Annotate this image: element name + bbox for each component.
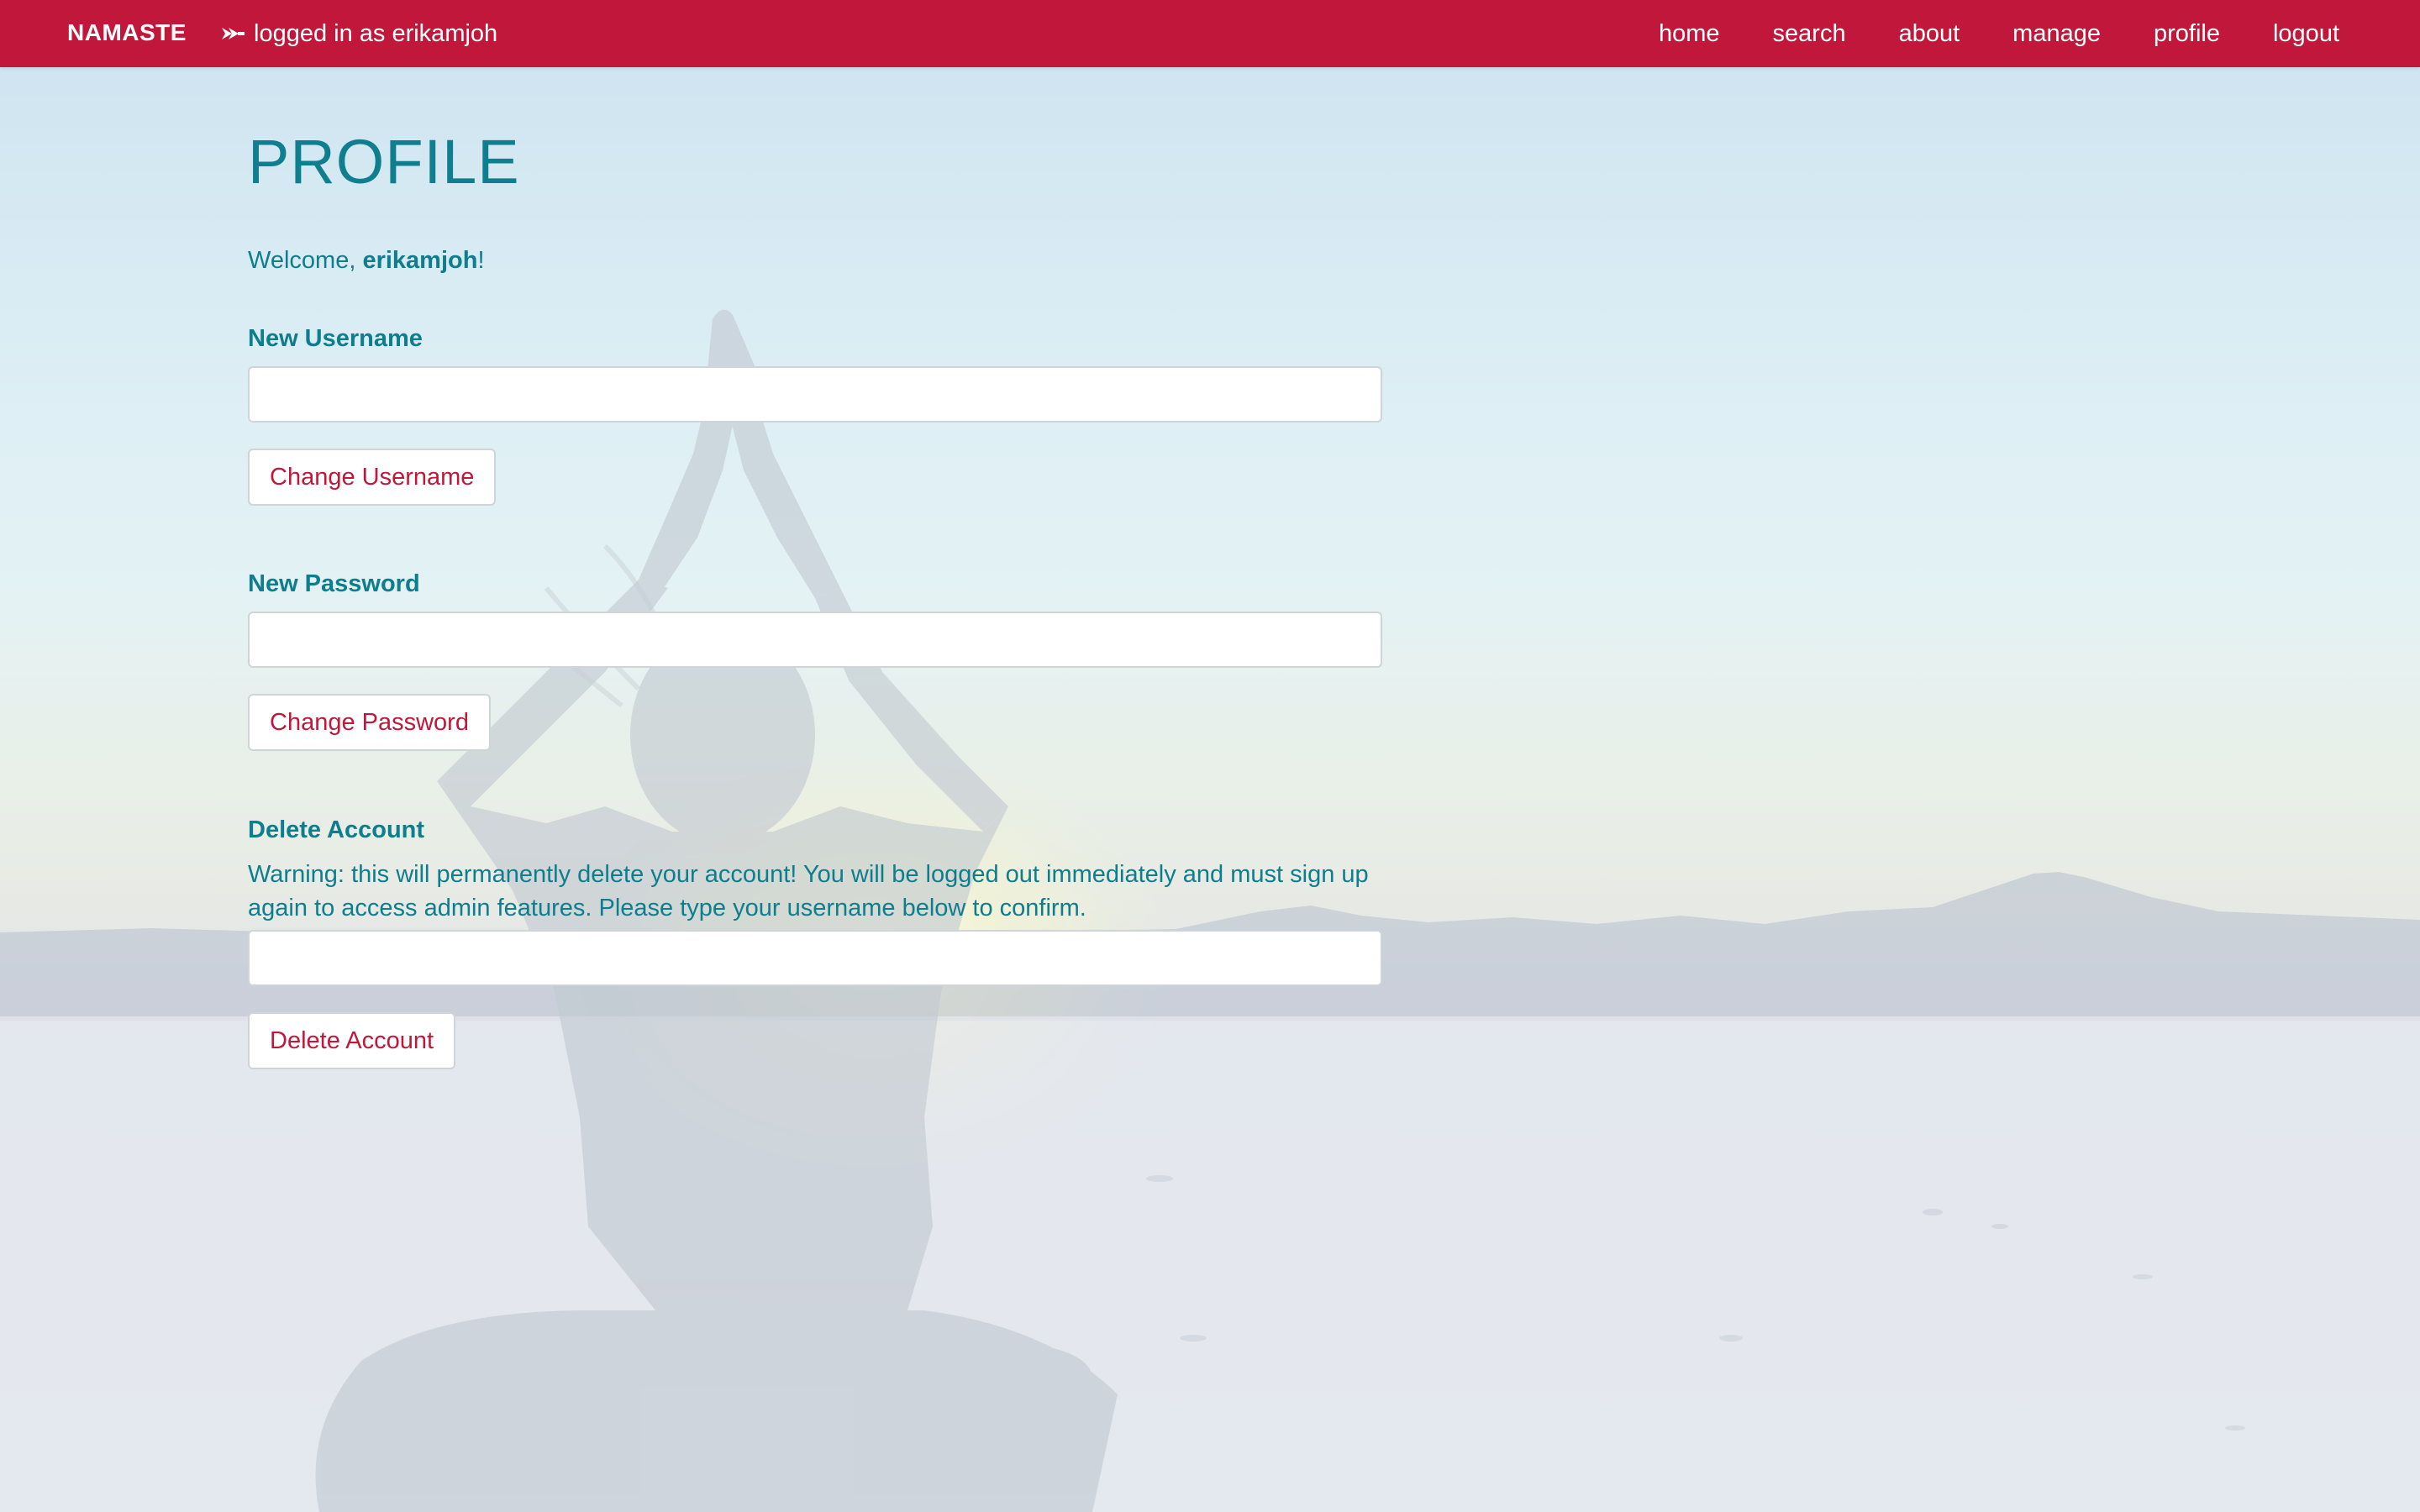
nav-home-link[interactable]: home: [1659, 1, 1720, 66]
new-username-label: New Username: [248, 325, 423, 352]
welcome-prefix: Welcome,: [248, 247, 363, 274]
new-password-input[interactable]: [248, 612, 1382, 668]
welcome-username: erikamjoh: [362, 247, 478, 274]
change-username-form: New Username Change Username: [248, 327, 1391, 506]
top-navbar: NAMASTE logged in as erikamjoh home sear…: [0, 0, 2420, 67]
nav-logout-link[interactable]: logout: [2273, 1, 2339, 66]
change-password-button[interactable]: Change Password: [248, 694, 491, 751]
delete-account-label: Delete Account: [248, 816, 425, 843]
delete-warning-text: Warning: this will permanently delete yo…: [248, 861, 1369, 921]
nav-links: home search about manage profile logout: [1606, 0, 2339, 67]
nav-profile-link[interactable]: profile: [2154, 1, 2220, 66]
delete-account-form: Delete Account Warning: this will perman…: [248, 818, 1391, 1069]
profile-content: PROFILE Welcome, erikamjoh! New Username…: [248, 67, 1391, 1069]
welcome-message: Welcome, erikamjoh!: [248, 249, 1391, 273]
change-password-form: New Password Change Password: [248, 572, 1391, 751]
new-password-label: New Password: [248, 570, 420, 597]
welcome-suffix: !: [477, 247, 485, 274]
brand-logo-link[interactable]: NAMASTE: [67, 0, 187, 67]
new-username-input[interactable]: [248, 366, 1382, 423]
nav-search-link[interactable]: search: [1773, 1, 1846, 66]
login-status: logged in as erikamjoh: [220, 0, 497, 67]
page-title: PROFILE: [248, 127, 520, 197]
nav-manage-link[interactable]: manage: [2012, 1, 2101, 66]
nav-about-link[interactable]: about: [1899, 1, 1960, 66]
sign-in-arrow-icon: [222, 28, 245, 39]
login-status-text: logged in as erikamjoh: [254, 20, 498, 47]
confirm-username-input[interactable]: [248, 930, 1382, 986]
change-username-button[interactable]: Change Username: [248, 449, 497, 506]
delete-account-button[interactable]: Delete Account: [248, 1012, 456, 1069]
